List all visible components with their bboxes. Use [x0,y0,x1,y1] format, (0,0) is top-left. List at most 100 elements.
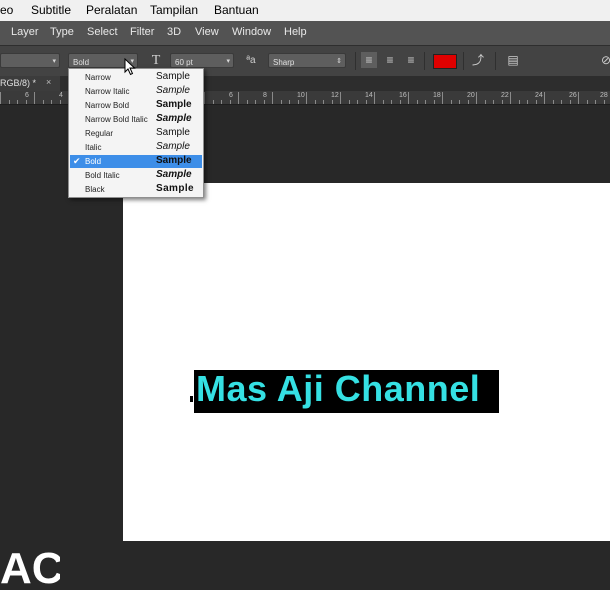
align-left-icon[interactable]: ≡ [361,52,377,68]
divider [463,52,464,70]
ruler-tick [34,92,35,104]
ruler-tick [604,100,605,104]
text-color-swatch[interactable] [433,54,457,69]
ruler-tick [544,92,545,104]
menu-layer[interactable]: Layer [11,26,39,38]
ruler-tick [281,100,282,104]
ruler-tick [578,92,579,104]
document-tab-title: RGB/8) * [0,78,37,88]
antialias-value: Sharp [273,58,295,67]
ruler-tick [425,100,426,104]
ruler-label: 28 [600,92,608,99]
mouse-pointer-icon [124,58,136,76]
ruler-tick [340,92,341,104]
font-style-option-narrow[interactable]: Narrow Sample [70,71,202,84]
ruler-tick [451,100,452,104]
warp-text-icon[interactable]: ⤴ [470,52,486,68]
menu-video[interactable]: eo [0,3,13,17]
document-tab[interactable]: RGB/8) * × [0,76,60,91]
ruler-tick [26,100,27,104]
divider [495,52,496,70]
ruler-tick [43,100,44,104]
ruler-tick [502,100,503,104]
ruler-tick [238,92,239,104]
menu-select[interactable]: Select [87,26,118,38]
ruler-tick [442,92,443,104]
ruler-tick [595,100,596,104]
ruler-tick [366,100,367,104]
ruler-tick [468,100,469,104]
antialias-icon: ªa [246,55,256,66]
ruler-tick [434,100,435,104]
divider [424,52,425,70]
ruler-tick [493,100,494,104]
font-style-option-italic[interactable]: Italic Sample [70,141,202,154]
font-size-value: 60 pt [175,58,193,67]
font-size-select[interactable]: 60 pt ▾ [170,53,234,68]
menu-peralatan[interactable]: Peralatan [86,3,137,17]
font-style-option-narrow-bold[interactable]: Narrow Bold Sample [70,99,202,112]
ruler-tick [0,92,1,104]
character-panel-icon[interactable]: ▤ [505,52,521,68]
menu-view[interactable]: View [195,26,219,38]
ruler-tick [332,100,333,104]
ruler-tick [459,100,460,104]
align-right-icon[interactable]: ≡ [403,52,419,68]
ruler-tick [306,92,307,104]
ruler-tick [374,92,375,104]
font-style-option-narrow-italic[interactable]: Narrow Italic Sample [70,85,202,98]
ruler-tick [255,100,256,104]
font-family-select[interactable]: ▾ [0,53,60,68]
ruler-tick [553,100,554,104]
ruler-label: 8 [263,92,267,99]
menu-window[interactable]: Window [232,26,271,38]
ruler-label: 12 [331,92,339,99]
ruler-tick [476,92,477,104]
ruler-tick [510,92,511,104]
ruler-tick [9,100,10,104]
menu-filter[interactable]: Filter [130,26,154,38]
menu-3d[interactable]: 3D [167,26,181,38]
font-style-option-bold[interactable]: ✔ Bold Sample [70,155,202,168]
menu-subtitle[interactable]: Subtitle [31,3,71,17]
font-style-option-regular[interactable]: Regular Sample [70,127,202,140]
menu-bantuan[interactable]: Bantuan [214,3,259,17]
chevron-down-icon: ▾ [52,58,56,65]
os-menubar: eo Subtitle Peralatan Tampilan Bantuan [0,0,610,22]
ruler-tick [60,100,61,104]
ruler-tick [17,100,18,104]
ruler-label: 26 [569,92,577,99]
checkmark-icon: ✔ [73,156,81,166]
canvas-text-layer[interactable]: Mas Aji Channel [196,368,480,410]
ruler-tick [272,92,273,104]
ruler-tick [417,100,418,104]
menu-tampilan[interactable]: Tampilan [150,3,198,17]
ruler-tick [213,100,214,104]
divider [355,52,356,70]
chevron-down-icon: ⇕ [336,58,342,65]
ruler-tick [408,92,409,104]
menu-help[interactable]: Help [284,26,307,38]
antialias-select[interactable]: Sharp ⇕ [268,53,346,68]
font-style-value: Bold [73,58,90,67]
document-canvas[interactable] [123,183,610,541]
font-style-option-narrow-bold-italic[interactable]: Narrow Bold Italic Sample [70,113,202,126]
ruler-tick [400,100,401,104]
ruler-label: 6 [25,92,29,99]
ruler-tick [221,100,222,104]
cancel-icon[interactable]: ⊘ [598,52,610,68]
ruler-tick [247,100,248,104]
ruler-tick [204,92,205,104]
menu-type[interactable]: Type [50,26,74,38]
ruler-tick [323,100,324,104]
ruler-tick [315,100,316,104]
ruler-tick [230,100,231,104]
font-style-option-black[interactable]: Black Sample [70,183,202,196]
close-icon[interactable]: × [46,77,51,87]
ruler-tick [587,100,588,104]
ruler-tick [485,100,486,104]
ruler-tick [349,100,350,104]
ruler-tick [298,100,299,104]
align-center-icon[interactable]: ≡ [382,52,398,68]
font-style-option-bold-italic[interactable]: Bold Italic Sample [70,169,202,182]
